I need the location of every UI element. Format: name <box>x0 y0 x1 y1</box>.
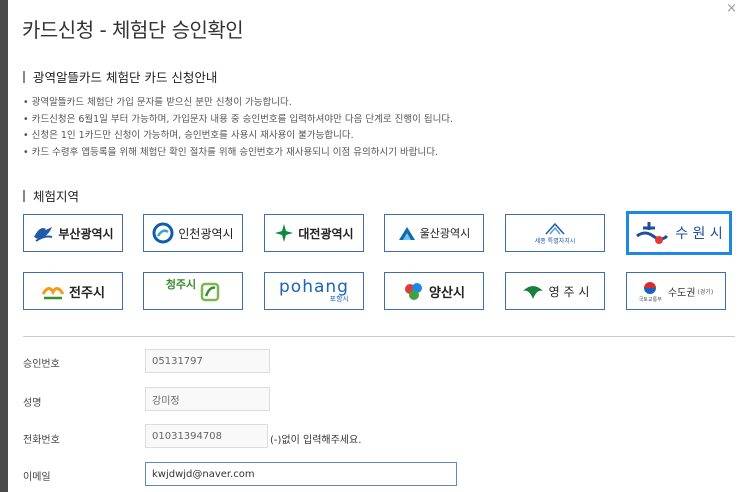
sejong-logo-icon <box>545 222 565 235</box>
email-input[interactable] <box>145 462 457 486</box>
suwon-logo-icon <box>636 222 669 244</box>
region-name: 울산광역시 <box>419 227 471 240</box>
guide-item: 카드신청은 6월1일 부터 가능하며, 가입문자 내용 중 승인번호를 입력하셔… <box>23 112 723 129</box>
region-card-busan[interactable]: 부산광역시 <box>23 214 123 252</box>
approval-input[interactable] <box>145 349 270 373</box>
page-title: 카드신청 - 체험단 승인확인 <box>22 18 244 42</box>
guide-item: 광역알뜰카드 체험단 가입 문자를 받으신 분만 신청이 가능합니다. <box>23 95 723 112</box>
molit-caption: 국토교통부 <box>638 296 662 303</box>
sejong-text: 세종 특별자치시 <box>535 236 576 245</box>
region-card-metro[interactable]: 국토교통부 수도권 (경기) <box>626 272 726 310</box>
region-card-ulsan[interactable]: 울산광역시 <box>384 214 484 252</box>
region-name: 수도권 <box>667 287 696 299</box>
region-heading: 체험지역 <box>23 186 79 205</box>
region-sub: (경기) <box>697 288 714 296</box>
region-name: 청주시 <box>165 278 197 291</box>
email-label: 이메일 <box>23 472 51 483</box>
yangsan-logo-icon <box>405 283 423 300</box>
busan-logo-icon <box>34 227 53 242</box>
region-name: 세종 <box>534 237 546 245</box>
name-input[interactable] <box>145 387 270 411</box>
phone-label: 전화번호 <box>23 435 60 446</box>
yeongju-logo-icon <box>522 286 543 299</box>
approval-label: 승인번호 <box>23 359 60 370</box>
region-name: 수 원 시 <box>675 226 723 242</box>
phone-input[interactable] <box>145 424 268 448</box>
region-card-yeongju[interactable]: 영 주 시 <box>505 272 605 310</box>
region-name: 대전광역시 <box>298 226 354 241</box>
region-name: 전주시 <box>69 285 105 301</box>
guide-list: 광역알뜰카드 체험단 가입 문자를 받으신 분만 신청이 가능합니다. 카드신청… <box>23 95 723 161</box>
phone-hint: (-)없이 입력해주세요. <box>270 435 362 446</box>
left-edge-bar <box>0 0 8 492</box>
region-card-cheongju[interactable]: 청주시 <box>143 272 243 310</box>
region-card-suwon[interactable]: 수 원 시 <box>626 211 732 255</box>
pohang-logo-icon: pohang <box>279 277 349 297</box>
close-icon[interactable]: × <box>726 2 737 15</box>
incheon-logo-icon <box>152 222 174 244</box>
molit-emblem: 국토교통부 <box>639 280 662 303</box>
guide-item: 카드 수령후 앱등록을 위해 체험단 확인 절차를 위해 승인번호가 재사용되니… <box>23 145 723 162</box>
pohang-logo: pohang 포항시 <box>279 279 349 303</box>
guide-heading: 광역알뜰카드 체험단 카드 신청안내 <box>23 67 217 86</box>
molit-logo: 국토교통부 수도권 (경기) <box>639 280 713 303</box>
region-card-jeonju[interactable]: 전주시 <box>23 272 123 310</box>
guide-heading-text: 광역알뜰카드 체험단 카드 신청안내 <box>33 70 218 85</box>
cheongju-logo-icon <box>200 282 220 302</box>
heading-bar <box>23 189 25 202</box>
guide-item: 신청은 1인 1카드만 신청이 가능하며, 승인번호를 사용시 재사용이 불가능… <box>23 128 723 145</box>
ulsan-logo-icon <box>398 227 415 240</box>
region-card-sejong[interactable]: 세종 특별자치시 <box>505 214 605 252</box>
jeonju-logo-icon <box>41 287 65 300</box>
section-divider <box>23 336 735 337</box>
region-name: 영 주 시 <box>548 284 590 299</box>
region-card-daejeon[interactable]: 대전광역시 <box>264 214 364 252</box>
sejong-logo: 세종 특별자치시 <box>535 222 576 245</box>
daejeon-logo-icon <box>275 224 294 242</box>
region-card-incheon[interactable]: 인천광역시 <box>143 214 243 252</box>
region-card-yangsan[interactable]: 양산시 <box>384 272 484 310</box>
region-heading-text: 체험지역 <box>33 189 80 204</box>
molit-logo-icon <box>644 281 657 294</box>
region-name: 인천광역시 <box>178 226 234 241</box>
region-sub: 특별자치시 <box>547 237 576 245</box>
heading-bar <box>23 70 25 83</box>
region-name: 양산시 <box>429 285 465 301</box>
region-sub: 포항시 <box>329 295 349 303</box>
name-label: 성명 <box>23 398 42 409</box>
region-card-pohang[interactable]: pohang 포항시 <box>264 272 364 310</box>
region-name: 부산광역시 <box>58 226 114 241</box>
region-grid: 부산광역시 인천광역시 대전광역시 울산광역시 세종 특별자치시 수 원 시 전… <box>23 211 732 310</box>
